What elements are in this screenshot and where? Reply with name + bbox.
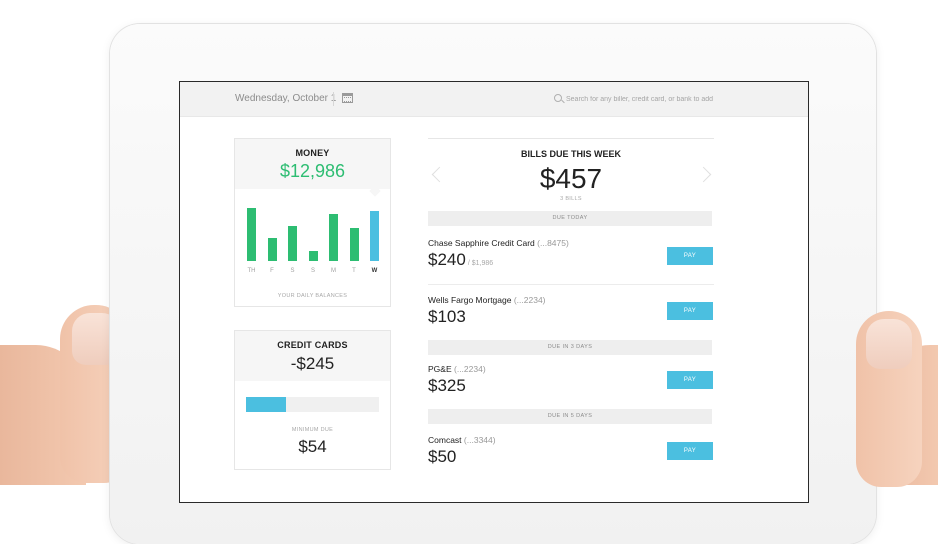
current-date: Wednesday, October 1 [235,93,337,104]
bill-name: Chase Sapphire Credit Card (...8475) [428,238,569,248]
bills-total: $457 [539,163,603,194]
balance-bar[interactable] [349,228,359,261]
progress-fill [246,397,286,412]
bill-amount: $103 [428,307,466,327]
minimum-due-progress [246,397,379,412]
daily-balance-chart: TH F S S M T W [235,189,390,285]
calendar-icon[interactable] [342,93,353,103]
bill-account: (...3344) [463,435,496,445]
bill-amount-value: $240 [428,250,466,269]
bill-name: Wells Fargo Mortgage (...2234) [428,295,546,305]
day-label: TH [247,268,256,274]
pay-button[interactable]: PAY [667,442,713,460]
bill-amount-value: $103 [428,307,466,326]
bills-panel: BILLS DUE THIS WEEK $457 3 BILLS DUE TOD… [428,138,714,502]
bill-amount: $325 [428,376,466,396]
bill-payee: Chase Sapphire Credit Card [428,238,535,248]
credit-cards-amount: -$245 [290,354,335,373]
bill-amount-value: $325 [428,376,466,395]
minimum-due-amount: $54 [298,437,327,456]
balance-bar[interactable] [247,208,256,261]
credit-cards-header: CREDIT CARDS -$245 [235,331,390,381]
bill-account: (...8475) [537,238,569,248]
bill-row[interactable]: PG&E (...2234) $325 PAY [428,360,714,410]
topbar-divider [333,92,334,106]
bill-account: (...2234) [513,295,546,305]
minimum-due-label: MINIMUM DUE [291,427,334,433]
bill-amount: $50 [428,447,456,467]
top-bar: Wednesday, October 1 [180,82,808,117]
pay-button[interactable]: PAY [667,302,713,320]
bills-title: BILLS DUE THIS WEEK [520,149,621,159]
bill-payee: Wells Fargo Mortgage [428,295,512,305]
bill-name: Comcast (...3344) [428,435,496,445]
daily-balances-caption: YOUR DAILY BALANCES [277,293,348,299]
bill-account: (...2234) [454,364,486,374]
balance-bar[interactable] [267,238,277,261]
balance-bar[interactable] [288,226,297,261]
bills-count: 3 BILLS [560,196,582,202]
credit-cards-title: CREDIT CARDS [277,340,348,350]
pay-button[interactable]: PAY [667,371,713,389]
day-label: S [310,268,315,274]
right-thumbnail [866,319,912,369]
section-due-today: DUE TODAY [428,211,712,226]
section-due-in-3-days: DUE IN 3 DAYS [428,340,712,355]
day-label: W [371,268,378,274]
right-hand [840,305,938,487]
bill-payee: Comcast [428,435,462,445]
pay-button[interactable]: PAY [667,247,713,265]
money-card[interactable]: MONEY $12,986 TH F S S M T W YOUR DAILY BALANC… [234,138,391,307]
bill-amount-total: / $1,986 [467,260,494,267]
money-card-header: MONEY $12,986 [235,139,390,189]
bill-amount: $240/ $1,986 [428,250,493,270]
section-due-in-5-days: DUE IN 5 DAYS [428,409,712,424]
bill-row[interactable]: Wells Fargo Mortgage (...2234) $103 PAY [428,291,714,341]
balance-bar[interactable] [329,214,338,261]
row-divider [428,284,714,285]
bill-payee: PG&E [428,364,452,374]
day-label: S [290,268,295,274]
bill-amount-value: $50 [428,447,457,466]
bill-row[interactable]: Chase Sapphire Credit Card (...8475) $24… [428,234,714,284]
money-amount: $12,986 [279,161,346,181]
bill-name: PG&E (...2234) [428,364,486,374]
day-label: T [352,268,356,274]
bill-row[interactable]: Comcast (...3344) $50 PAY [428,431,714,481]
credit-cards-card[interactable]: CREDIT CARDS -$245 MINIMUM DUE $54 [234,330,391,470]
day-label: M [331,268,336,274]
balance-bar[interactable] [370,211,379,261]
money-title: MONEY [295,148,330,158]
tablet-screen: Wednesday, October 1 MONEY $12,986 TH F S S… [180,82,808,502]
search-icon [554,94,562,102]
balance-bar[interactable] [308,251,318,261]
day-label: F [270,268,274,274]
search-input[interactable] [566,91,766,107]
